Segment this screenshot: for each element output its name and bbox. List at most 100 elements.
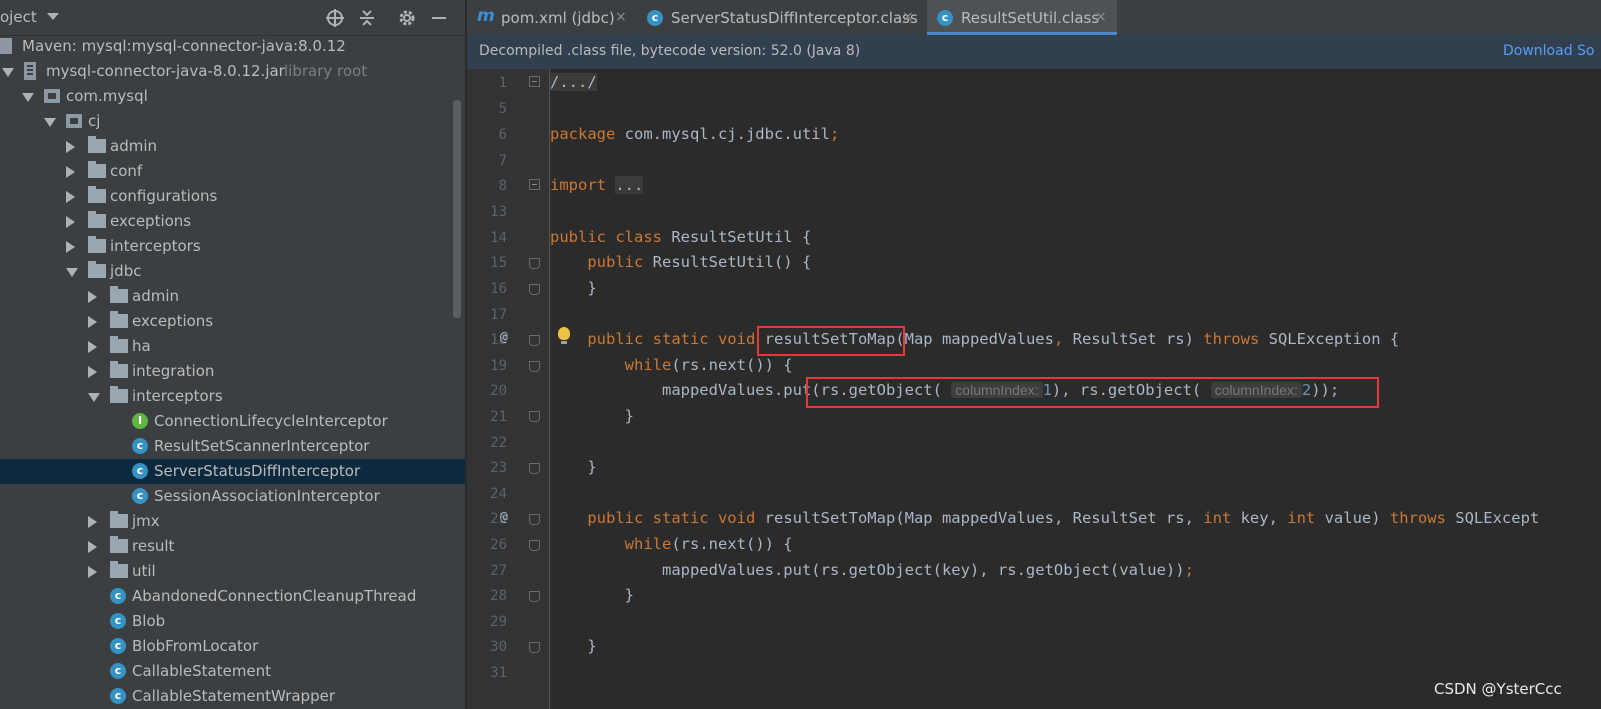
- tree-item[interactable]: result: [0, 534, 465, 559]
- folder-icon: [110, 286, 128, 303]
- code-line: }: [550, 458, 597, 476]
- line-number: 17: [490, 307, 507, 323]
- collapsed-imports[interactable]: ...: [615, 176, 644, 194]
- chevron-right-icon[interactable]: [88, 341, 97, 353]
- project-panel-title[interactable]: oject: [0, 8, 37, 26]
- collapsed-header-comment[interactable]: /.../: [550, 73, 597, 91]
- fold-toggle[interactable]: [529, 361, 540, 372]
- chevron-right-icon[interactable]: [88, 316, 97, 328]
- fold-toggle[interactable]: [529, 540, 540, 551]
- chevron-down-icon[interactable]: [22, 93, 34, 102]
- fold-toggle[interactable]: [529, 514, 540, 525]
- chevron-down-icon[interactable]: [47, 13, 59, 20]
- chevron-right-icon[interactable]: [66, 141, 75, 153]
- code-line: }: [550, 279, 596, 297]
- override-marker[interactable]: @: [500, 330, 508, 345]
- folder-icon: [110, 336, 128, 353]
- chevron-right-icon[interactable]: [88, 566, 97, 578]
- tree-item[interactable]: exceptions: [0, 309, 465, 334]
- tab-serverstatusdiffinterceptor[interactable]: c ServerStatusDiffInterceptor.class ×: [637, 0, 927, 35]
- editor-tabs: m pom.xml (jdbc) × c ServerStatusDiffInt…: [467, 0, 1601, 36]
- tree-item[interactable]: c SessionAssociationInterceptor: [0, 484, 465, 509]
- chevron-down-icon[interactable]: [44, 118, 56, 127]
- method-params: (Map mappedValues: [895, 330, 1054, 348]
- tree-item[interactable]: mysql-connector-java-8.0.12.jar library r…: [0, 59, 465, 84]
- chevron-down-icon[interactable]: [2, 68, 14, 77]
- chevron-right-icon[interactable]: [66, 191, 75, 203]
- method-params: key,: [1231, 509, 1288, 527]
- tree-item[interactable]: c BlobFromLocator: [0, 634, 465, 659]
- tree-item[interactable]: interceptors: [0, 384, 465, 409]
- closing-brace: }: [587, 458, 597, 476]
- tree-item[interactable]: c CallableStatement: [0, 659, 465, 684]
- fold-toggle[interactable]: [529, 179, 540, 190]
- code-line: /.../: [550, 73, 597, 91]
- fold-toggle[interactable]: [529, 642, 540, 653]
- chevron-right-icon[interactable]: [88, 366, 97, 378]
- tree-item[interactable]: admin: [0, 284, 465, 309]
- fold-toggle[interactable]: [529, 463, 540, 474]
- line-number: 6: [498, 127, 507, 143]
- tree-item[interactable]: jmx: [0, 509, 465, 534]
- chevron-right-icon[interactable]: [88, 516, 97, 528]
- tree-item[interactable]: jdbc: [0, 259, 465, 284]
- fold-toggle[interactable]: [529, 591, 540, 602]
- tree-item[interactable]: c ServerStatusDiffInterceptor: [0, 459, 465, 484]
- fold-toggle[interactable]: [529, 411, 540, 422]
- closing-brace: }: [624, 586, 634, 604]
- tree-item-label: exceptions: [110, 212, 192, 230]
- code-line: }: [550, 407, 634, 425]
- tree-scrollbar[interactable]: [453, 100, 461, 318]
- tree-item-label: BlobFromLocator: [132, 637, 259, 655]
- tree-item[interactable]: c CallableStatementWrapper: [0, 684, 465, 709]
- close-icon[interactable]: ×: [1095, 9, 1107, 25]
- chevron-right-icon[interactable]: [66, 166, 75, 178]
- chevron-down-icon[interactable]: [66, 268, 78, 277]
- tree-item[interactable]: com.mysql: [0, 84, 465, 109]
- tree-item[interactable]: integration: [0, 359, 465, 384]
- tree-item[interactable]: admin: [0, 134, 465, 159]
- tree-item[interactable]: Maven: mysql:mysql-connector-java:8.0.12: [0, 34, 465, 59]
- tree-item[interactable]: interceptors: [0, 234, 465, 259]
- collapse-all-icon[interactable]: [357, 8, 377, 28]
- chevron-right-icon[interactable]: [66, 241, 75, 253]
- close-icon[interactable]: ×: [902, 9, 914, 25]
- line-number: 26: [490, 537, 507, 553]
- code-text: mappedValues.put(rs.getObject(key), rs.g…: [661, 561, 1185, 579]
- download-sources-link[interactable]: Download So: [1503, 43, 1595, 59]
- tab-resultsetutil[interactable]: c ResultSetUtil.class ×: [927, 0, 1117, 35]
- code-line: public static void resultSetToMap(Map ma…: [550, 330, 1399, 348]
- fold-toggle[interactable]: [529, 76, 540, 87]
- minimize-icon[interactable]: [429, 8, 449, 28]
- tree-item[interactable]: exceptions: [0, 209, 465, 234]
- fold-toggle[interactable]: [529, 335, 540, 346]
- locate-icon[interactable]: [325, 8, 345, 28]
- semicolon: ;: [829, 125, 840, 143]
- tree-item[interactable]: configurations: [0, 184, 465, 209]
- tree-item[interactable]: c AbandonedConnectionCleanupThread: [0, 584, 465, 609]
- fold-toggle[interactable]: [529, 284, 540, 295]
- code-line: package com.mysql.cj.jdbc.util;: [550, 125, 839, 143]
- folder-icon: [110, 561, 128, 578]
- tree-item[interactable]: util: [0, 559, 465, 584]
- chevron-right-icon[interactable]: [88, 291, 97, 303]
- tree-item[interactable]: I ConnectionLifecycleInterceptor: [0, 409, 465, 434]
- line-number: 7: [498, 153, 507, 169]
- close-icon[interactable]: ×: [615, 9, 627, 25]
- override-marker[interactable]: @: [500, 510, 508, 525]
- line-number: 31: [490, 665, 507, 681]
- chevron-right-icon[interactable]: [66, 216, 75, 228]
- chevron-right-icon[interactable]: [88, 541, 97, 553]
- keyword: while: [624, 356, 672, 374]
- tab-label: pom.xml (jdbc): [501, 9, 615, 27]
- chevron-down-icon[interactable]: [88, 393, 100, 402]
- tab-pom-xml[interactable]: m pom.xml (jdbc) ×: [467, 0, 637, 35]
- fold-toggle[interactable]: [529, 258, 540, 269]
- line-number: 27: [490, 563, 507, 579]
- tree-item[interactable]: conf: [0, 159, 465, 184]
- tree-item[interactable]: ha: [0, 334, 465, 359]
- tree-item[interactable]: cj: [0, 109, 465, 134]
- tree-item[interactable]: c Blob: [0, 609, 465, 634]
- gear-icon[interactable]: [397, 8, 417, 28]
- tree-item[interactable]: c ResultSetScannerInterceptor: [0, 434, 465, 459]
